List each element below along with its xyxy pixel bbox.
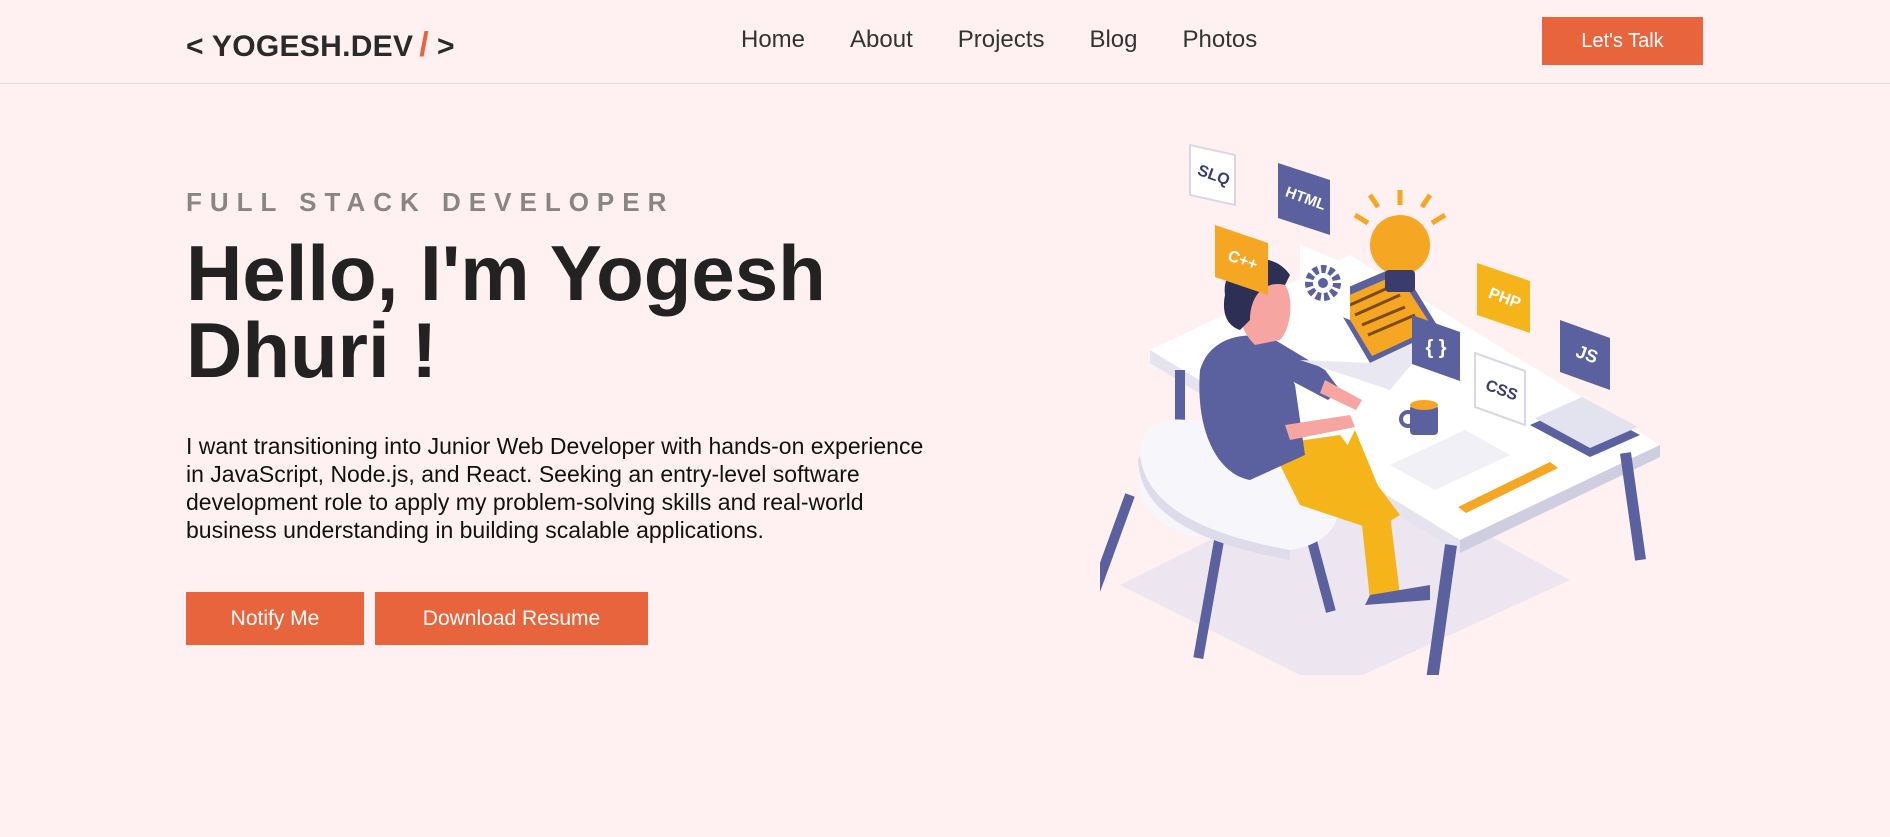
tag-html: HTML — [1278, 163, 1330, 235]
hero-eyebrow: FULL STACK DEVELOPER — [186, 187, 675, 217]
nav-blog[interactable]: Blog — [1089, 26, 1137, 54]
logo-close: > — [437, 30, 455, 63]
developer-illustration: SLQ HTML C++ PHP JS CSS { } — [1100, 143, 1660, 675]
tag-js: JS — [1560, 320, 1610, 390]
notify-me-button[interactable]: Notify Me — [186, 592, 364, 645]
svg-text:{ }: { } — [1425, 337, 1446, 359]
nav-photos[interactable]: Photos — [1183, 26, 1258, 54]
site-logo[interactable]: < YOGESH.DEV / > — [186, 26, 455, 65]
site-header: < YOGESH.DEV / > Home About Projects Blog … — [0, 0, 1890, 84]
logo-slash: / — [419, 26, 430, 64]
download-resume-button[interactable]: Download Resume — [375, 592, 648, 645]
tag-php: PHP — [1477, 263, 1530, 333]
tag-cpp: C++ — [1215, 225, 1268, 295]
hero-intro: I want transitioning into Junior Web Dev… — [186, 433, 924, 543]
lets-talk-button[interactable]: Let's Talk — [1542, 17, 1703, 65]
hero-headline: Hello, I'm Yogesh Dhuri ! — [186, 229, 826, 394]
nav-home[interactable]: Home — [741, 26, 805, 54]
nav-about[interactable]: About — [850, 26, 913, 54]
nav-projects[interactable]: Projects — [958, 26, 1045, 54]
main-nav: Home About Projects Blog Photos — [741, 26, 1257, 54]
logo-open: < YOGESH.DEV — [186, 30, 414, 63]
tag-sql: SLQ — [1189, 143, 1236, 207]
